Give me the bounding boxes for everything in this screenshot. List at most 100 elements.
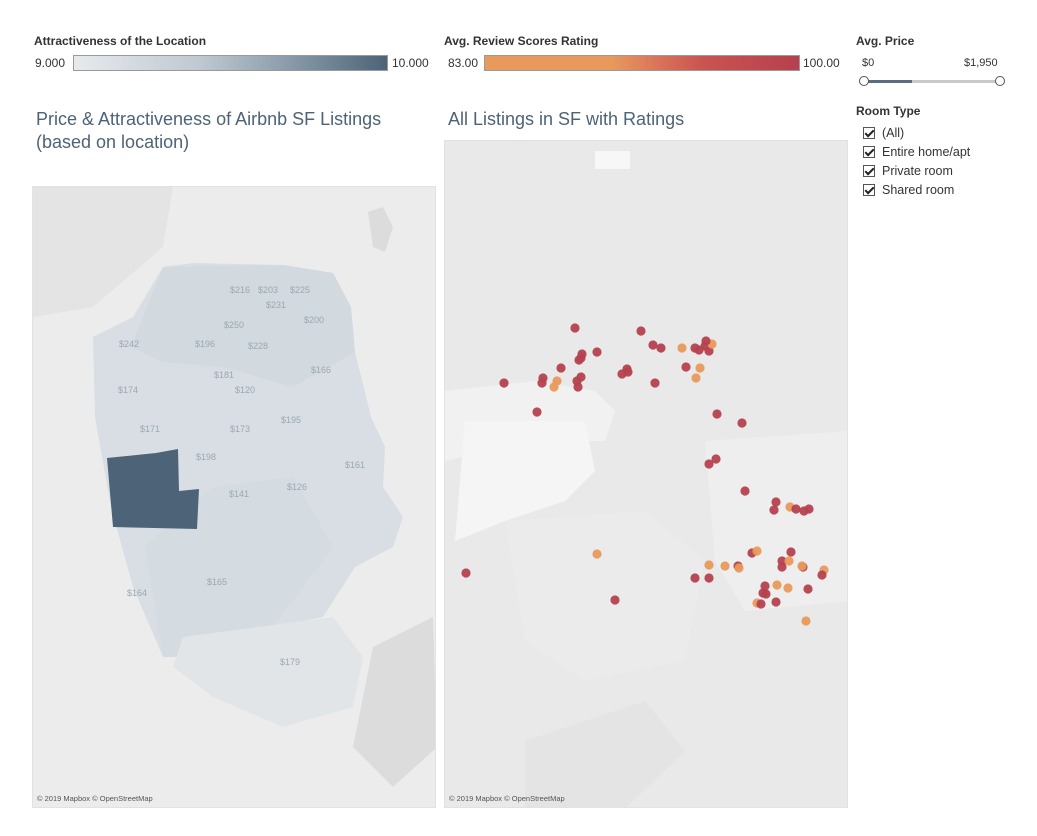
price-slider-high-handle[interactable] bbox=[995, 76, 1005, 86]
price-label: $173 bbox=[230, 424, 250, 434]
listing-dot[interactable] bbox=[573, 382, 583, 392]
rating-legend-max: 100.00 bbox=[803, 56, 840, 70]
listing-dot[interactable] bbox=[656, 343, 666, 353]
listing-dot[interactable] bbox=[532, 407, 542, 417]
checkbox-icon[interactable] bbox=[863, 145, 875, 158]
room-type-filter-title: Room Type bbox=[856, 104, 921, 118]
attractiveness-legend-title: Attractiveness of the Location bbox=[34, 34, 207, 48]
price-label: $164 bbox=[127, 588, 147, 598]
price-label: $198 bbox=[196, 452, 216, 462]
listing-dot[interactable] bbox=[772, 580, 782, 590]
listing-dot[interactable] bbox=[786, 547, 796, 557]
listing-dot[interactable] bbox=[797, 561, 807, 571]
listing-dot[interactable] bbox=[537, 378, 547, 388]
checkbox-icon[interactable] bbox=[863, 183, 875, 196]
price-label: $250 bbox=[224, 320, 244, 330]
listing-dot[interactable] bbox=[690, 573, 700, 583]
listing-dot[interactable] bbox=[737, 418, 747, 428]
listing-dot[interactable] bbox=[592, 549, 602, 559]
listing-dot[interactable] bbox=[712, 409, 722, 419]
right-scatter-map[interactable]: © 2019 Mapbox © OpenStreetMap bbox=[444, 140, 848, 808]
listing-dot[interactable] bbox=[499, 378, 509, 388]
listing-dot[interactable] bbox=[592, 347, 602, 357]
avg-price-filter-title: Avg. Price bbox=[856, 34, 915, 48]
rating-legend-min: 83.00 bbox=[448, 56, 479, 70]
listing-dot[interactable] bbox=[636, 326, 646, 336]
room-type-option-private-room[interactable]: Private room bbox=[863, 161, 970, 180]
listing-dot[interactable] bbox=[752, 546, 762, 556]
right-map-canvas bbox=[445, 141, 847, 807]
listing-dot[interactable] bbox=[817, 570, 827, 580]
listing-dot[interactable] bbox=[690, 343, 700, 353]
listing-dot[interactable] bbox=[701, 336, 711, 346]
listing-dot[interactable] bbox=[704, 560, 714, 570]
room-type-option-shared-room[interactable]: Shared room bbox=[863, 180, 970, 199]
price-label: $171 bbox=[140, 424, 160, 434]
listing-dot[interactable] bbox=[549, 382, 559, 392]
listing-dot[interactable] bbox=[610, 595, 620, 605]
price-label: $174 bbox=[118, 385, 138, 395]
price-label: $181 bbox=[214, 370, 234, 380]
left-map-attribution: © 2019 Mapbox © OpenStreetMap bbox=[37, 794, 153, 803]
listing-dot[interactable] bbox=[556, 363, 566, 373]
listing-dot[interactable] bbox=[691, 373, 701, 383]
attractiveness-legend-max: 10.000 bbox=[392, 56, 429, 70]
listing-dot[interactable] bbox=[740, 486, 750, 496]
attractiveness-color-ramp bbox=[73, 55, 388, 71]
listing-dot[interactable] bbox=[758, 588, 768, 598]
right-map-attribution: © 2019 Mapbox © OpenStreetMap bbox=[449, 794, 565, 803]
listing-dot[interactable] bbox=[756, 599, 766, 609]
price-label: $165 bbox=[207, 577, 227, 587]
listing-dot[interactable] bbox=[648, 340, 658, 350]
left-choropleth-map[interactable]: $216 $203 $225 $250 $231 $200 $242 $196 $228 $181… bbox=[32, 186, 436, 808]
listing-dot[interactable] bbox=[576, 372, 586, 382]
listing-dot[interactable] bbox=[771, 597, 781, 607]
listing-dot[interactable] bbox=[650, 378, 660, 388]
price-slider-low-handle[interactable] bbox=[859, 76, 869, 86]
listing-dot[interactable] bbox=[804, 504, 814, 514]
listing-dot[interactable] bbox=[769, 505, 779, 515]
listing-dot[interactable] bbox=[771, 497, 781, 507]
price-label: $203 bbox=[258, 285, 278, 295]
listing-dot[interactable] bbox=[677, 343, 687, 353]
price-slider-max-label: $1,950 bbox=[964, 57, 998, 69]
price-label: $196 bbox=[195, 339, 215, 349]
price-label: $231 bbox=[266, 300, 286, 310]
left-sheet-title: Price & Attractiveness of Airbnb SF List… bbox=[36, 109, 382, 152]
listing-dot[interactable] bbox=[791, 504, 801, 514]
room-type-option-entire-home[interactable]: Entire home/apt bbox=[863, 142, 970, 161]
price-label: $228 bbox=[248, 341, 268, 351]
price-label: $141 bbox=[229, 489, 249, 499]
listing-dot[interactable] bbox=[777, 562, 787, 572]
listing-dot[interactable] bbox=[801, 616, 811, 626]
listing-dot[interactable] bbox=[720, 561, 730, 571]
listing-dot[interactable] bbox=[570, 323, 580, 333]
listing-dot[interactable] bbox=[784, 556, 794, 566]
rating-color-ramp bbox=[484, 55, 800, 71]
price-label: $200 bbox=[304, 315, 324, 325]
listing-dot[interactable] bbox=[461, 568, 471, 578]
checkbox-icon[interactable] bbox=[863, 126, 875, 139]
price-slider-range bbox=[864, 80, 912, 83]
listing-dot[interactable] bbox=[734, 563, 744, 573]
room-type-option-all[interactable]: (All) bbox=[863, 123, 970, 142]
listing-dot[interactable] bbox=[623, 367, 633, 377]
price-label: $216 bbox=[230, 285, 250, 295]
price-label: $195 bbox=[281, 415, 301, 425]
checkbox-icon[interactable] bbox=[863, 164, 875, 177]
price-label: $179 bbox=[280, 657, 300, 667]
price-label: $166 bbox=[311, 365, 331, 375]
listing-dot[interactable] bbox=[704, 573, 714, 583]
listing-dot[interactable] bbox=[803, 584, 813, 594]
price-label: $161 bbox=[345, 460, 365, 470]
price-label: $225 bbox=[290, 285, 310, 295]
listing-dot[interactable] bbox=[681, 362, 691, 372]
listing-dot[interactable] bbox=[695, 363, 705, 373]
price-label: $242 bbox=[119, 339, 139, 349]
listing-dot[interactable] bbox=[574, 355, 584, 365]
rating-legend-title: Avg. Review Scores Rating bbox=[444, 34, 599, 48]
price-label: $120 bbox=[235, 385, 255, 395]
listing-dot[interactable] bbox=[783, 583, 793, 593]
price-label: $126 bbox=[287, 482, 307, 492]
listing-dot[interactable] bbox=[704, 459, 714, 469]
